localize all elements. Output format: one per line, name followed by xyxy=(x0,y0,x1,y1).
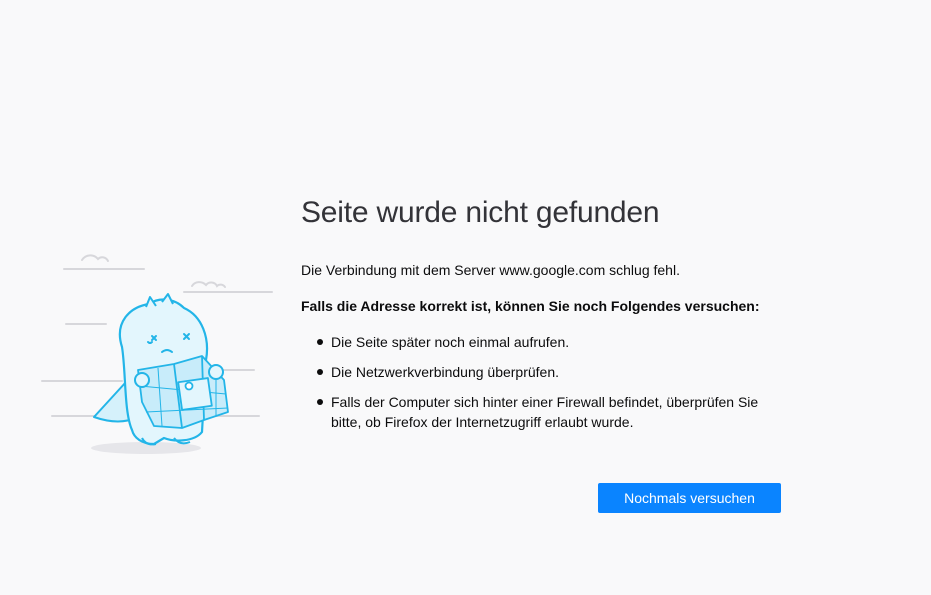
suggestion-text: Die Netzwerkverbindung überprüfen. xyxy=(331,364,560,380)
error-page: Seite wurde nicht gefunden Die Verbindun… xyxy=(0,0,931,595)
bullet-icon xyxy=(317,369,323,375)
lost-monster-map-illustration xyxy=(41,254,273,454)
error-content: Seite wurde nicht gefunden Die Verbindun… xyxy=(301,192,791,432)
list-item: Die Netzwerkverbindung überprüfen. xyxy=(301,362,791,382)
suggestion-text: Falls der Computer sich hinter einer Fir… xyxy=(331,394,759,430)
bullet-icon xyxy=(317,399,323,405)
suggestion-text: Die Seite später noch einmal aufrufen. xyxy=(331,334,570,350)
suggestions-heading: Falls die Adresse korrekt ist, können Si… xyxy=(301,298,760,314)
page-title: Seite wurde nicht gefunden xyxy=(301,196,660,229)
list-item: Falls der Computer sich hinter einer Fir… xyxy=(301,392,791,432)
retry-button[interactable]: Nochmals versuchen xyxy=(598,483,781,513)
suggestions-list: Die Seite später noch einmal aufrufen. D… xyxy=(301,332,791,432)
error-description: Die Verbindung mit dem Server www.google… xyxy=(301,262,680,278)
bullet-icon xyxy=(317,339,323,345)
list-item: Die Seite später noch einmal aufrufen. xyxy=(301,332,791,352)
